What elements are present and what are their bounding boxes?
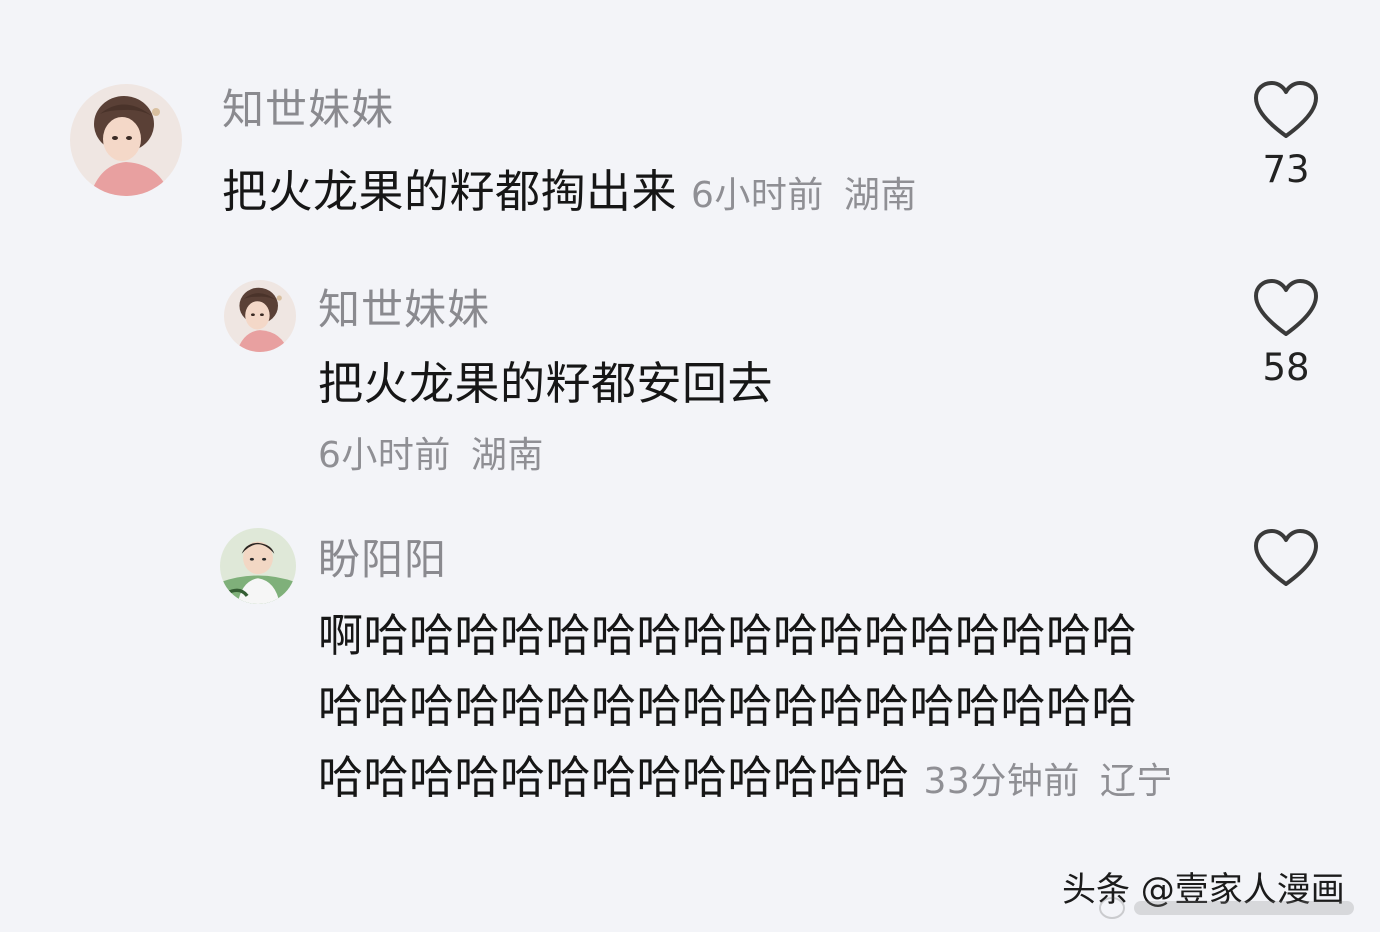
comment-body: 把火龙果的籽都掏出来 bbox=[222, 165, 678, 218]
like-button[interactable] bbox=[1246, 528, 1326, 588]
comment-body: 把火龙果的籽都安回去 bbox=[318, 357, 774, 410]
comment-location: 辽宁 bbox=[1099, 761, 1173, 802]
avatar-image-icon bbox=[220, 528, 296, 604]
like-button[interactable]: 58 bbox=[1246, 278, 1326, 389]
like-count: 58 bbox=[1262, 346, 1310, 389]
avatar[interactable] bbox=[220, 528, 296, 604]
comment-text: 啊哈哈哈哈哈哈哈哈哈哈哈哈哈哈哈哈哈哈哈哈哈哈哈哈哈哈哈哈哈哈哈哈哈哈哈哈哈哈哈… bbox=[318, 600, 1178, 817]
comment-meta: 6小时前 湖南 bbox=[318, 426, 544, 478]
weibo-watermark-icon bbox=[1099, 897, 1354, 919]
heart-outline-icon bbox=[1254, 279, 1318, 336]
like-button[interactable]: 73 bbox=[1246, 80, 1326, 191]
comment-location: 湖南 bbox=[470, 435, 544, 476]
like-count: 73 bbox=[1262, 148, 1310, 191]
heart-outline-icon bbox=[1254, 529, 1318, 586]
avatar[interactable] bbox=[70, 84, 182, 196]
comment-meta: 33分钟前 辽宁 bbox=[924, 761, 1173, 802]
comment-location: 湖南 bbox=[843, 175, 917, 216]
comment-username[interactable]: 知世妹妹 bbox=[318, 276, 490, 337]
comment-username[interactable]: 知世妹妹 bbox=[222, 76, 394, 137]
comment-text: 把火龙果的籽都掏出来 6小时前 湖南 bbox=[222, 156, 1182, 231]
avatar-image-icon bbox=[224, 280, 296, 352]
avatar[interactable] bbox=[224, 280, 296, 352]
comment-time: 33分钟前 bbox=[923, 761, 1080, 802]
avatar-image-icon bbox=[70, 84, 182, 196]
comment-username[interactable]: 盼阳阳 bbox=[318, 526, 447, 587]
comment-time: 6小时前 bbox=[691, 175, 824, 216]
comment-meta: 6小时前 湖南 bbox=[691, 175, 917, 216]
comment-time: 6小时前 bbox=[318, 435, 451, 476]
heart-outline-icon bbox=[1254, 81, 1318, 138]
